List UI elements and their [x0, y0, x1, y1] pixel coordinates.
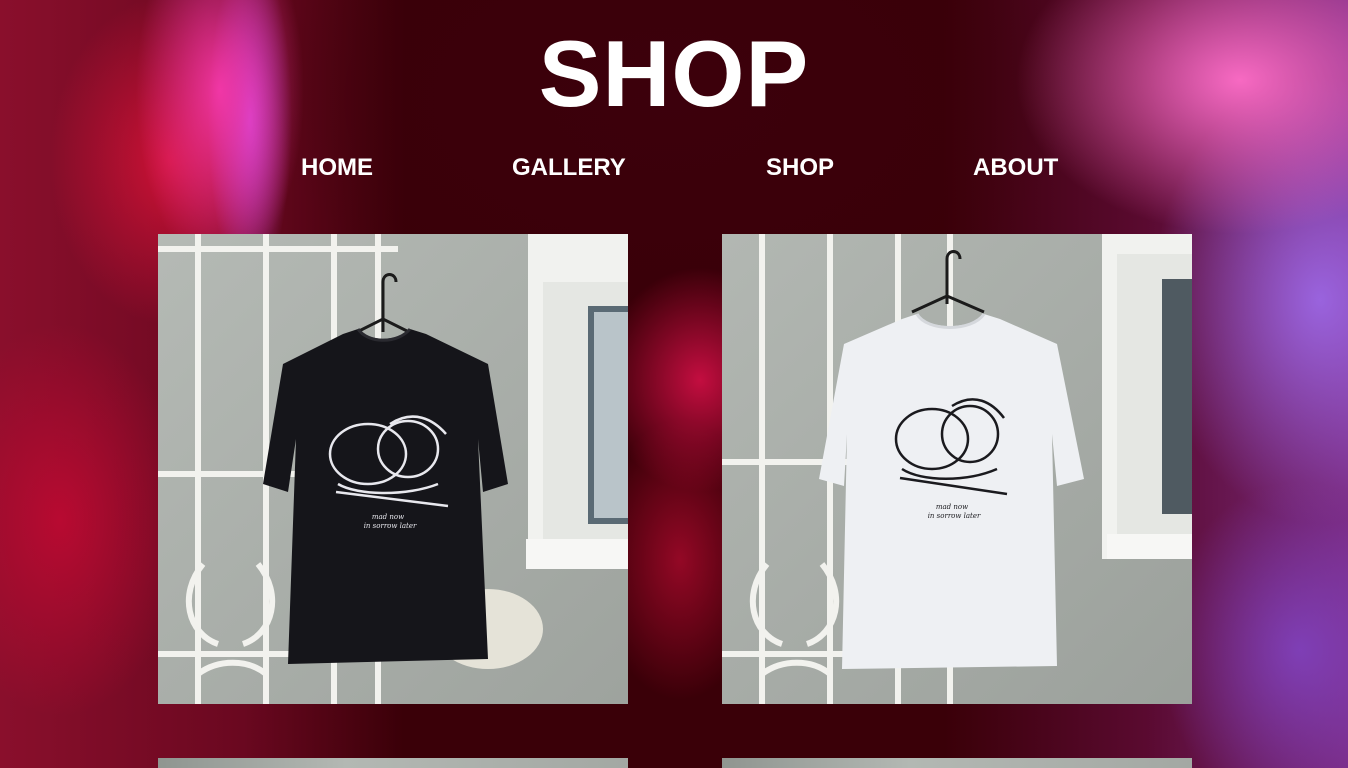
nav-link-gallery[interactable]: GALLERY [512, 154, 626, 182]
product-card-white-tee[interactable]: mad now in sorrow later [722, 234, 1192, 704]
shirt-print-line-2: in sorrow later [928, 512, 981, 520]
shirt-print-line-1: mad now [936, 503, 968, 511]
black-tshirt-shape [263, 329, 508, 664]
shirt-print-line-1: mad now [372, 513, 404, 521]
product-image-black-tee: mad now in sorrow later [158, 234, 628, 704]
product-image-white-tee: mad now in sorrow later [722, 234, 1192, 704]
product-card-partial[interactable] [158, 758, 628, 768]
main-navigation: HOME GALLERY SHOP ABOUT [0, 154, 1348, 184]
nav-link-shop[interactable]: SHOP [766, 154, 834, 182]
shop-page: SHOP HOME GALLERY SHOP ABOUT mad now in … [0, 0, 1348, 768]
product-image-partial [722, 758, 1192, 768]
nav-link-home[interactable]: HOME [301, 154, 373, 182]
white-tshirt-shape [819, 314, 1084, 669]
product-image-partial [158, 758, 628, 768]
product-card-partial[interactable] [722, 758, 1192, 768]
shirt-print-line-2: in sorrow later [364, 522, 417, 530]
page-title: SHOP [538, 21, 810, 126]
product-card-black-tee[interactable]: mad now in sorrow later [158, 234, 628, 704]
nav-link-about[interactable]: ABOUT [973, 154, 1058, 182]
